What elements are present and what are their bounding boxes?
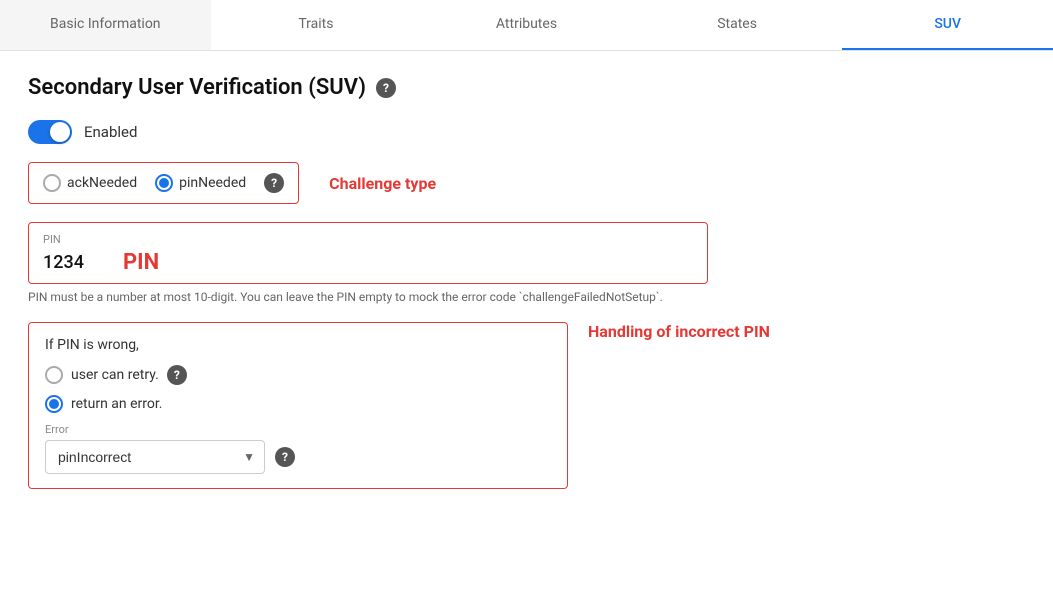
tab-traits[interactable]: Traits <box>211 0 422 50</box>
enabled-toggle-row: Enabled <box>28 120 1025 144</box>
error-option-row: return an error. <box>45 395 551 413</box>
error-group: Error pinIncorrect challengeFailedNotSet… <box>45 423 551 474</box>
pin-value[interactable]: 1234 <box>43 252 103 273</box>
error-label: return an error. <box>71 396 162 412</box>
retry-label: user can retry. <box>71 367 159 383</box>
tab-bar: Basic Information Traits Attributes Stat… <box>0 0 1053 51</box>
retry-radio[interactable] <box>45 366 63 384</box>
tab-attributes[interactable]: Attributes <box>421 0 632 50</box>
challenge-type-pin[interactable]: pinNeeded <box>155 174 246 192</box>
incorrect-pin-box: If PIN is wrong, user can retry. ? retur… <box>28 322 568 489</box>
challenge-type-help-icon[interactable]: ? <box>264 173 284 193</box>
pin-hint: PIN must be a number at most 10-digit. Y… <box>28 290 708 304</box>
challenge-type-row: ackNeeded pinNeeded ? Challenge type <box>28 162 1025 204</box>
challenge-type-ack-label: ackNeeded <box>67 175 137 191</box>
pin-box: PIN 1234 PIN <box>28 222 708 284</box>
tab-suv[interactable]: SUV <box>842 0 1053 50</box>
error-select[interactable]: pinIncorrect challengeFailedNotSetup oth… <box>45 440 265 474</box>
incorrect-pin-title: If PIN is wrong, <box>45 337 551 353</box>
error-select-row: pinIncorrect challengeFailedNotSetup oth… <box>45 440 551 474</box>
handling-annotation: Handling of incorrect PIN <box>588 322 770 343</box>
section-help-icon[interactable]: ? <box>376 78 396 98</box>
section-title: Secondary User Verification (SUV) ? <box>28 75 1025 100</box>
pin-field-label: PIN <box>43 233 693 246</box>
challenge-type-box: ackNeeded pinNeeded ? <box>28 162 299 204</box>
challenge-type-ack[interactable]: ackNeeded <box>43 174 137 192</box>
section-title-text: Secondary User Verification (SUV) <box>28 75 366 100</box>
main-content: Secondary User Verification (SUV) ? Enab… <box>0 51 1053 513</box>
challenge-type-pin-radio[interactable] <box>155 174 173 192</box>
retry-help-icon[interactable]: ? <box>167 365 187 385</box>
challenge-type-pin-label: pinNeeded <box>179 175 246 191</box>
error-field-label: Error <box>45 423 551 436</box>
enabled-toggle[interactable] <box>28 120 72 144</box>
challenge-type-annotation: Challenge type <box>329 174 436 193</box>
incorrect-pin-row: If PIN is wrong, user can retry. ? retur… <box>28 322 1025 489</box>
tab-states[interactable]: States <box>632 0 843 50</box>
challenge-type-ack-radio[interactable] <box>43 174 61 192</box>
error-radio[interactable] <box>45 395 63 413</box>
tab-basic-information[interactable]: Basic Information <box>0 0 211 50</box>
pin-input-row: 1234 PIN <box>43 250 693 275</box>
enabled-label: Enabled <box>84 123 137 141</box>
error-help-icon[interactable]: ? <box>275 447 295 467</box>
retry-option-row: user can retry. ? <box>45 365 551 385</box>
pin-annotation: PIN <box>123 250 159 275</box>
error-select-wrapper: pinIncorrect challengeFailedNotSetup oth… <box>45 440 265 474</box>
